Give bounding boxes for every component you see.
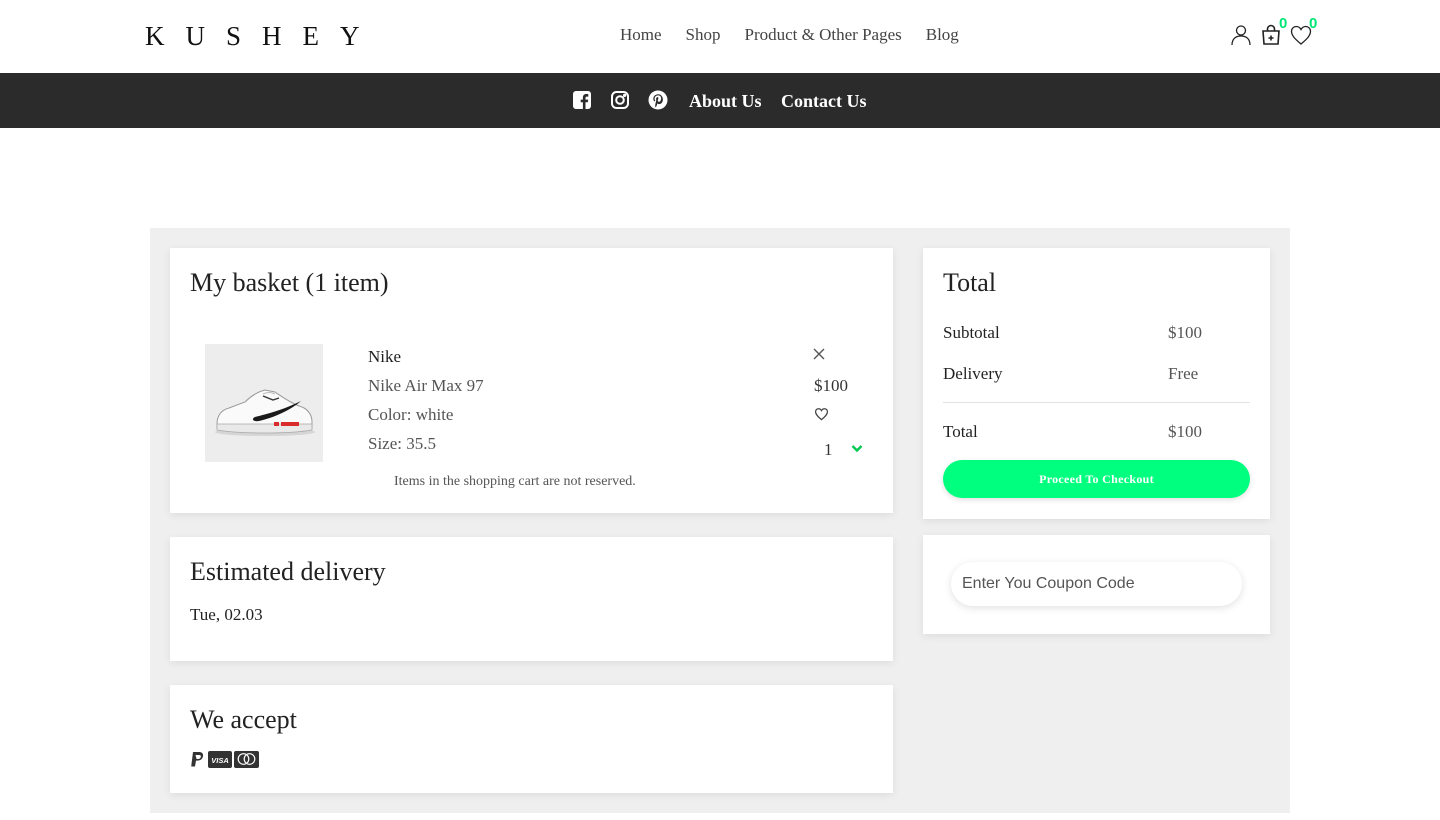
nav-blog[interactable]: Blog: [926, 24, 959, 46]
chevron-down-icon[interactable]: [851, 444, 863, 453]
add-to-wishlist-icon[interactable]: [814, 407, 829, 421]
site-logo[interactable]: KUSHEY: [145, 22, 381, 50]
sneaker-image: [215, 389, 315, 436]
basket-card: My basket (1 item) Nike Nike Air Max 97 …: [170, 248, 893, 513]
product-price: $100: [814, 376, 848, 395]
paypal-icon: [191, 752, 204, 767]
product-brand: Nike: [368, 347, 402, 366]
site-header: KUSHEY Home Shop Product & Other Pages B…: [0, 0, 1440, 73]
product-name[interactable]: Nike Air Max 97: [368, 375, 484, 397]
wishlist-count-badge: 0: [1309, 15, 1318, 32]
facebook-icon[interactable]: [572, 90, 592, 110]
header-icons: 0 0: [1228, 15, 1328, 52]
subtotal-value: $100: [1168, 323, 1202, 342]
total-value: $100: [1168, 422, 1202, 441]
basket-title: My basket (1 item): [190, 268, 389, 297]
cart-content-area: My basket (1 item) Nike Nike Air Max 97 …: [150, 228, 1290, 813]
svg-text:VISA: VISA: [211, 756, 229, 765]
product-size: Size: 35.5: [368, 434, 436, 453]
delivery-label: Delivery: [943, 364, 1003, 383]
product-image[interactable]: [205, 344, 323, 462]
product-color: Color: white: [368, 405, 454, 424]
order-summary-card: Total Subtotal $100 Delivery Free Total …: [923, 248, 1270, 519]
summary-title: Total: [943, 268, 997, 297]
quantity-value[interactable]: 1: [824, 439, 833, 461]
remove-item-icon[interactable]: [812, 347, 826, 361]
proceed-to-checkout-button[interactable]: Proceed To Checkout: [943, 460, 1250, 498]
total-label: Total: [943, 422, 978, 441]
contact-us-link[interactable]: Contact Us: [781, 89, 867, 113]
subtotal-label: Subtotal: [943, 323, 1000, 342]
about-us-link[interactable]: About Us: [689, 89, 762, 113]
main-nav: Home Shop Product & Other Pages Blog: [620, 24, 959, 46]
estimated-delivery-card: Estimated delivery Tue, 02.03: [170, 537, 893, 661]
coupon-card: [923, 535, 1270, 634]
cart-count-badge: 0: [1279, 15, 1288, 32]
mastercard-icon: [234, 751, 259, 768]
nav-home[interactable]: Home: [620, 24, 662, 46]
nav-product-pages[interactable]: Product & Other Pages: [745, 24, 902, 46]
payment-methods-card: We accept VISA: [170, 685, 893, 793]
user-icon[interactable]: [1229, 23, 1253, 47]
summary-divider: [943, 402, 1250, 403]
cart-reservation-note: Items in the shopping cart are not reser…: [394, 474, 636, 489]
secondary-nav-bar: About Us Contact Us: [0, 73, 1440, 128]
instagram-icon[interactable]: [610, 90, 630, 110]
pinterest-icon[interactable]: [648, 90, 668, 110]
coupon-code-input[interactable]: [951, 562, 1242, 606]
delivery-value: Free: [1168, 364, 1199, 383]
visa-icon: VISA: [208, 751, 232, 768]
nav-shop[interactable]: Shop: [686, 24, 721, 46]
delivery-date: Tue, 02.03: [190, 605, 263, 624]
payment-title: We accept: [190, 705, 297, 734]
delivery-title: Estimated delivery: [190, 557, 386, 586]
